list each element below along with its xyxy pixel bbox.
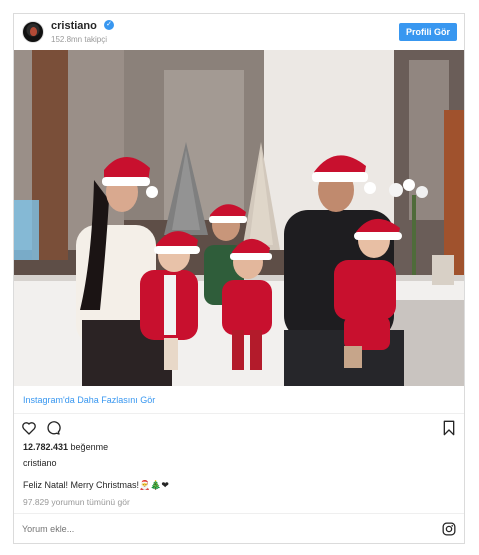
family-christmas-photo — [14, 50, 464, 386]
view-profile-button[interactable]: Profili Gör — [399, 23, 457, 41]
avatar[interactable] — [22, 21, 44, 43]
view-all-comments-link[interactable]: 97.829 yorumun tümünü gör — [23, 497, 130, 507]
like-count-number: 12.782.431 — [23, 442, 69, 452]
avatar-face — [30, 27, 37, 36]
action-bar — [14, 416, 464, 440]
comment-input[interactable] — [22, 522, 322, 536]
more-on-instagram-link[interactable]: Instagram'da Daha Fazlasını Gör — [14, 386, 464, 414]
username[interactable]: cristiano — [51, 20, 97, 32]
comment-icon[interactable] — [45, 420, 61, 436]
instagram-logo-icon[interactable] — [442, 522, 456, 536]
verified-badge-icon: ✓ — [104, 20, 114, 30]
post-caption: Feliz Natal! Merry Christmas!🎅🎄❤ — [23, 480, 169, 490]
instagram-embed-card: cristiano ✓ 152.8mn takipçi Profili Gör — [13, 13, 465, 544]
like-count: 12.782.431 beğenme — [23, 442, 108, 452]
like-count-label: beğenme — [68, 442, 109, 452]
comment-bar — [14, 513, 464, 544]
caption-author[interactable]: cristiano — [23, 458, 57, 468]
bookmark-icon[interactable] — [442, 420, 456, 436]
post-header: cristiano ✓ 152.8mn takipçi Profili Gör — [14, 14, 464, 50]
follower-count: 152.8mn takipçi — [51, 35, 108, 44]
heart-icon[interactable] — [21, 420, 37, 436]
post-photo[interactable] — [14, 50, 464, 386]
